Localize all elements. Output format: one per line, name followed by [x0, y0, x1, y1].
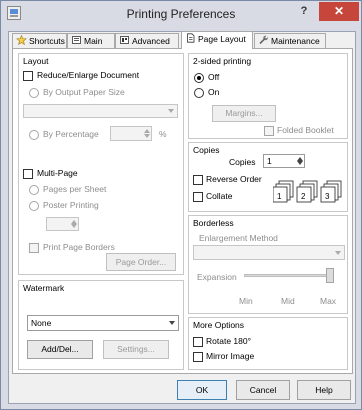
collate-pages-icon: 1 2 3 [273, 180, 342, 203]
enlargement-method-select[interactable] [193, 245, 345, 260]
by-output-paper-label: By Output Paper Size [43, 87, 125, 97]
dialog-body: Shortcuts Main Advanced Page Layout Main… [8, 31, 356, 404]
collate-label: Collate [206, 191, 233, 201]
tab-main-label: Main [84, 36, 103, 46]
layout-group-title: Layout [23, 56, 49, 66]
margins-button[interactable]: Margins... [212, 105, 276, 122]
slider-min-label: Min [239, 296, 253, 306]
ok-button[interactable]: OK [177, 380, 227, 400]
slider-max-label: Max [320, 296, 337, 306]
expansion-slider-track[interactable] [244, 274, 332, 277]
two-sided-off-radio[interactable] [194, 73, 204, 83]
printing-preferences-window: Printing Preferences ? ✕ Shortcuts Main … [0, 0, 362, 410]
output-paper-select[interactable] [23, 104, 178, 118]
tab-page-layout[interactable]: Page Layout [181, 31, 253, 49]
stepper-up-icon [144, 129, 150, 133]
chevron-down-icon [168, 109, 174, 113]
reduce-enlarge-label: Reduce/Enlarge Document [37, 70, 140, 80]
two-sided-off-label: Off [208, 72, 220, 82]
rotate-180-checkbox[interactable] [193, 337, 203, 347]
tab-shortcuts[interactable]: Shortcuts [12, 33, 67, 49]
tab-advanced-label: Advanced [132, 36, 170, 46]
folded-booklet-label: Folded Booklet [277, 125, 334, 135]
close-button[interactable]: ✕ [319, 2, 359, 21]
multi-page-checkbox[interactable] [23, 169, 33, 179]
two-sided-group-title: 2-sided printing [193, 56, 252, 66]
copies-group-title: Copies [193, 145, 220, 155]
multi-page-select[interactable] [46, 217, 79, 231]
reverse-order-label: Reverse Order [206, 174, 262, 184]
collate-checkbox[interactable] [193, 192, 203, 202]
pages-per-sheet-radio[interactable] [29, 185, 39, 195]
collate-page-label: 2 [301, 192, 306, 201]
reduce-enlarge-checkbox[interactable] [23, 71, 33, 81]
copies-group: Copies Copies 1 Reverse Order Collate 1 … [188, 142, 348, 212]
reverse-order-checkbox[interactable] [193, 175, 203, 185]
borderless-group-title: Borderless [193, 218, 234, 228]
slider-mid-label: Mid [281, 296, 295, 306]
copies-stepper-value: 1 [267, 156, 272, 166]
page-layout-panel: Layout Reduce/Enlarge Document By Output… [12, 48, 353, 374]
rotate-180-label: Rotate 180° [206, 336, 251, 346]
poster-printing-label: Poster Printing [43, 200, 99, 210]
folded-booklet-checkbox[interactable] [264, 126, 274, 136]
tab-advanced[interactable]: Advanced [115, 33, 179, 49]
main-settings-icon [72, 36, 81, 44]
watermark-select[interactable]: None [27, 315, 179, 331]
two-sided-on-radio[interactable] [194, 88, 204, 98]
print-page-borders-checkbox[interactable] [29, 243, 39, 253]
watermark-select-value: None [31, 318, 52, 328]
print-page-borders-label: Print Page Borders [43, 242, 115, 252]
mirror-image-label: Mirror Image [206, 351, 255, 361]
watermark-settings-button[interactable]: Settings... [103, 340, 169, 359]
advanced-settings-icon [120, 36, 129, 44]
copies-stepper[interactable]: 1 [263, 154, 305, 168]
chevron-down-icon [335, 250, 341, 255]
two-sided-on-label: On [208, 87, 220, 97]
collate-page-label: 1 [277, 192, 282, 201]
enlargement-method-label: Enlargement Method [199, 233, 278, 243]
tab-shortcuts-label: Shortcuts [29, 36, 65, 46]
multi-page-label: Multi-Page [37, 168, 78, 178]
pages-per-sheet-label: Pages per Sheet [43, 184, 107, 194]
expansion-label: Expansion [197, 272, 237, 282]
cancel-button[interactable]: Cancel [236, 380, 290, 400]
stepper-down-icon [144, 134, 150, 138]
copies-label: Copies [229, 157, 256, 167]
by-percentage-radio[interactable] [29, 130, 39, 140]
page-layout-icon [187, 33, 195, 43]
stepper-down-icon [297, 161, 303, 165]
watermark-group-title: Watermark [23, 283, 65, 293]
help-button[interactable]: Help [297, 380, 351, 400]
by-percentage-label: By Percentage [43, 129, 99, 139]
by-output-paper-radio[interactable] [29, 88, 39, 98]
title-help-button[interactable]: ? [290, 2, 318, 21]
percent-sign: % [159, 129, 167, 139]
tab-page-layout-label: Page Layout [198, 34, 246, 44]
mirror-image-checkbox[interactable] [193, 352, 203, 362]
expansion-slider-thumb[interactable] [326, 268, 334, 283]
borderless-group: Borderless Enlargement Method Expansion … [188, 215, 348, 314]
wrench-icon [259, 35, 268, 45]
add-del-watermark-button[interactable]: Add/Del... [27, 340, 93, 359]
stepper-down-icon [71, 224, 77, 228]
percentage-stepper[interactable] [110, 126, 152, 141]
page-order-button[interactable]: Page Order... [106, 253, 176, 271]
title-bar: Printing Preferences ? ✕ [1, 1, 361, 29]
two-sided-group: 2-sided printing Off On Margins... Folde… [188, 53, 348, 139]
chevron-down-icon [169, 321, 175, 325]
tab-maintenance[interactable]: Maintenance [254, 33, 326, 49]
more-options-group: More Options Rotate 180° Mirror Image [188, 317, 348, 370]
tab-main[interactable]: Main [67, 33, 115, 49]
more-options-group-title: More Options [193, 320, 245, 330]
watermark-group: Watermark None Add/Del... Settings... [18, 280, 184, 370]
layout-group: Layout Reduce/Enlarge Document By Output… [18, 53, 184, 275]
tab-maintenance-label: Maintenance [271, 36, 320, 46]
poster-printing-radio[interactable] [29, 201, 39, 211]
collate-page-label: 3 [325, 192, 330, 201]
star-icon [16, 35, 27, 45]
